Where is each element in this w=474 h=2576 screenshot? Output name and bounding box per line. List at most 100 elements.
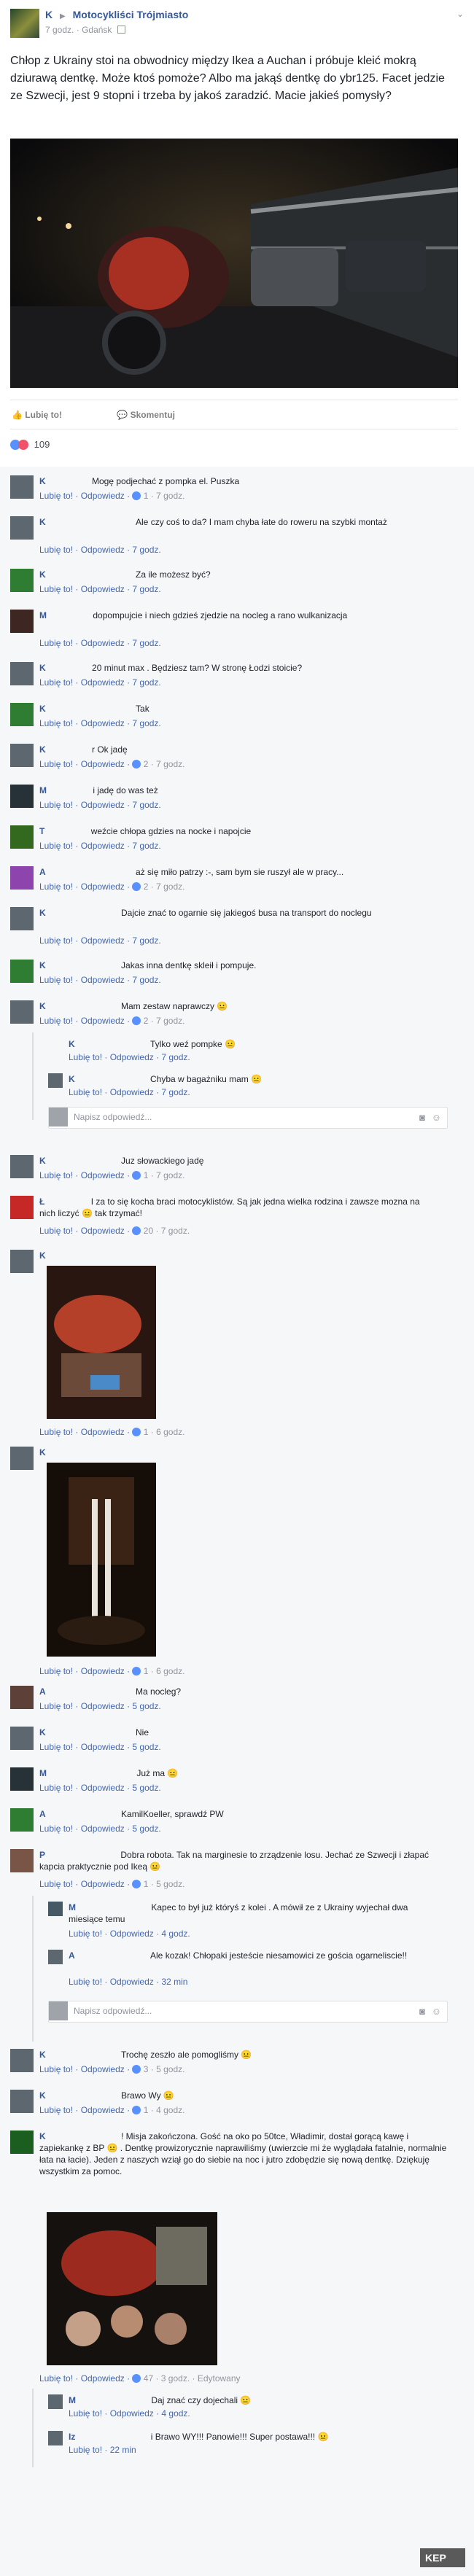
- comment-actions[interactable]: Lubię to! · Odpowiedz ·: [39, 2105, 130, 2115]
- avatar[interactable]: [10, 907, 34, 930]
- comment-author[interactable]: K: [39, 569, 46, 580]
- avatar[interactable]: [10, 610, 34, 633]
- camera-icon[interactable]: ◙: [419, 1112, 425, 1123]
- comment-actions[interactable]: Lubię to! · Odpowiedz · 7 godz.: [39, 935, 161, 946]
- comment-author[interactable]: K: [39, 1727, 46, 1738]
- avatar[interactable]: [10, 516, 34, 540]
- like-button[interactable]: 👍 Lubię to!: [12, 410, 88, 420]
- avatar[interactable]: [10, 1196, 34, 1219]
- comment-actions[interactable]: Lubię to! · Odpowiedz · 7 godz.: [39, 677, 161, 688]
- comment-actions[interactable]: Lubię to! · Odpowiedz · 7 godz.: [39, 638, 161, 648]
- emoji-icon[interactable]: ☺: [432, 1112, 441, 1123]
- comment-author[interactable]: K: [39, 2131, 46, 2141]
- avatar[interactable]: [10, 1849, 34, 1872]
- avatar[interactable]: [10, 1686, 34, 1709]
- comment-author[interactable]: K: [39, 2050, 46, 2060]
- author-avatar[interactable]: [10, 9, 39, 38]
- avatar[interactable]: [10, 703, 34, 726]
- comment-author[interactable]: M: [39, 1768, 47, 1778]
- comment-author[interactable]: K: [39, 1447, 46, 1458]
- comment-actions[interactable]: Lubię to! · Odpowiedz · 7 godz.: [39, 718, 161, 728]
- comment-actions[interactable]: Lubię to! · Odpowiedz · 7 godz.: [69, 1052, 190, 1062]
- avatar[interactable]: [48, 1073, 63, 1088]
- comment-author[interactable]: K: [39, 908, 46, 918]
- comment-author[interactable]: M: [69, 2395, 76, 2405]
- comment-actions[interactable]: Lubię to! · Odpowiedz · 7 godz.: [39, 841, 161, 851]
- comment-author[interactable]: K: [39, 517, 46, 527]
- avatar[interactable]: [10, 1447, 34, 1470]
- comment-author[interactable]: K: [39, 476, 46, 486]
- avatar[interactable]: [48, 1038, 63, 1053]
- comment-actions[interactable]: Lubię to! · Odpowiedz · 7 godz.: [39, 584, 161, 594]
- comment-author[interactable]: A: [39, 1686, 46, 1697]
- comment-actions[interactable]: Lubię to! · Odpowiedz · 7 godz.: [39, 545, 161, 555]
- comment-author[interactable]: K: [39, 2090, 46, 2101]
- avatar[interactable]: [10, 569, 34, 592]
- avatar[interactable]: [48, 1902, 63, 1916]
- avatar[interactable]: [10, 662, 34, 685]
- comment-author[interactable]: Ł: [39, 1196, 44, 1207]
- comment-actions[interactable]: Lubię to! · Odpowiedz · 5 godz.: [39, 1742, 161, 1752]
- comment-author[interactable]: A: [69, 1950, 75, 1961]
- comment-actions[interactable]: Lubię to! · Odpowiedz · 7 godz.: [39, 800, 161, 810]
- avatar[interactable]: [10, 2131, 34, 2154]
- comment-author[interactable]: T: [39, 826, 44, 836]
- avatar[interactable]: [10, 475, 34, 499]
- comment-author[interactable]: K: [39, 704, 46, 714]
- reactions-summary[interactable]: 109: [10, 439, 50, 450]
- comment-author[interactable]: M: [39, 610, 47, 620]
- comment-actions[interactable]: Lubię to! · Odpowiedz · 7 godz.: [69, 1087, 190, 1097]
- camera-icon[interactable]: ◙: [419, 2006, 425, 2017]
- comment-actions[interactable]: Lubię to! · Odpowiedz ·: [39, 1879, 130, 1889]
- post-photo[interactable]: [10, 139, 458, 388]
- avatar[interactable]: [48, 2394, 63, 2409]
- group-name[interactable]: Motocykliści Trójmiasto: [73, 9, 189, 20]
- comment-actions[interactable]: Lubię to! · Odpowiedz ·: [39, 1666, 130, 1676]
- comment-actions[interactable]: Lubię to! · Odpowiedz · 32 min: [69, 1977, 187, 1987]
- comment-actions[interactable]: Lubię to! · Odpowiedz ·: [39, 1016, 130, 1026]
- comment-author[interactable]: A: [39, 1809, 46, 1819]
- avatar[interactable]: [10, 744, 34, 767]
- comment-actions[interactable]: Lubię to! · 22 min: [69, 2445, 136, 2455]
- avatar[interactable]: [10, 1250, 34, 1273]
- comment-actions[interactable]: Lubię to! · Odpowiedz · 4 godz.: [69, 2408, 190, 2419]
- comment-author[interactable]: A: [39, 867, 46, 877]
- avatar[interactable]: [10, 2049, 34, 2072]
- avatar[interactable]: [10, 1808, 34, 1832]
- comment-author[interactable]: K: [39, 663, 46, 673]
- avatar[interactable]: [10, 1767, 34, 1791]
- comment-author[interactable]: M: [69, 1902, 76, 1912]
- avatar[interactable]: [10, 960, 34, 983]
- reply-input[interactable]: Napisz odpowiedź... ◙ ☺: [48, 1107, 448, 1129]
- comment-actions[interactable]: Lubię to! · Odpowiedz ·: [39, 882, 130, 892]
- comment-author[interactable]: M: [39, 785, 47, 795]
- comment-photo[interactable]: [47, 2212, 217, 2365]
- comment-author[interactable]: P: [39, 1850, 45, 1860]
- comment-author[interactable]: Iz: [69, 2432, 75, 2442]
- avatar[interactable]: [10, 866, 34, 890]
- comment-author[interactable]: K: [69, 1039, 75, 1049]
- comment-button[interactable]: 💬 Skomentuj: [117, 410, 201, 420]
- avatar[interactable]: [48, 2431, 63, 2445]
- comment-actions[interactable]: Lubię to! · Odpowiedz ·: [39, 1170, 130, 1180]
- comment-author[interactable]: K: [39, 744, 46, 755]
- comment-actions[interactable]: Lubię to! · Odpowiedz · 5 godz.: [39, 1783, 161, 1793]
- comment-actions[interactable]: Lubię to! · Odpowiedz · 5 godz.: [39, 1701, 161, 1711]
- avatar[interactable]: [10, 2090, 34, 2113]
- reply-input[interactable]: Napisz odpowiedź... ◙ ☺: [48, 2001, 448, 2023]
- comment-actions[interactable]: Lubię to! · Odpowiedz · 5 godz.: [39, 1824, 161, 1834]
- chevron-down-icon[interactable]: ⌄: [456, 9, 464, 19]
- avatar[interactable]: [10, 785, 34, 808]
- comment-actions[interactable]: Lubię to! · Odpowiedz · 4 godz.: [69, 1929, 190, 1939]
- comment-actions[interactable]: Lubię to! · Odpowiedz ·: [39, 2373, 130, 2384]
- comment-actions[interactable]: Lubię to! · Odpowiedz ·: [39, 491, 130, 501]
- avatar[interactable]: [10, 1155, 34, 1178]
- avatar[interactable]: [48, 1950, 63, 1964]
- comment-actions[interactable]: Lubię to! · Odpowiedz ·: [39, 1427, 130, 1437]
- comment-actions[interactable]: Lubię to! · Odpowiedz ·: [39, 2064, 130, 2074]
- comment-author[interactable]: K: [39, 1250, 46, 1261]
- emoji-icon[interactable]: ☺: [432, 2006, 441, 2017]
- post-location[interactable]: Gdańsk: [82, 25, 112, 35]
- comment-author[interactable]: K: [39, 1156, 46, 1166]
- post-time[interactable]: 7 godz.: [45, 25, 74, 35]
